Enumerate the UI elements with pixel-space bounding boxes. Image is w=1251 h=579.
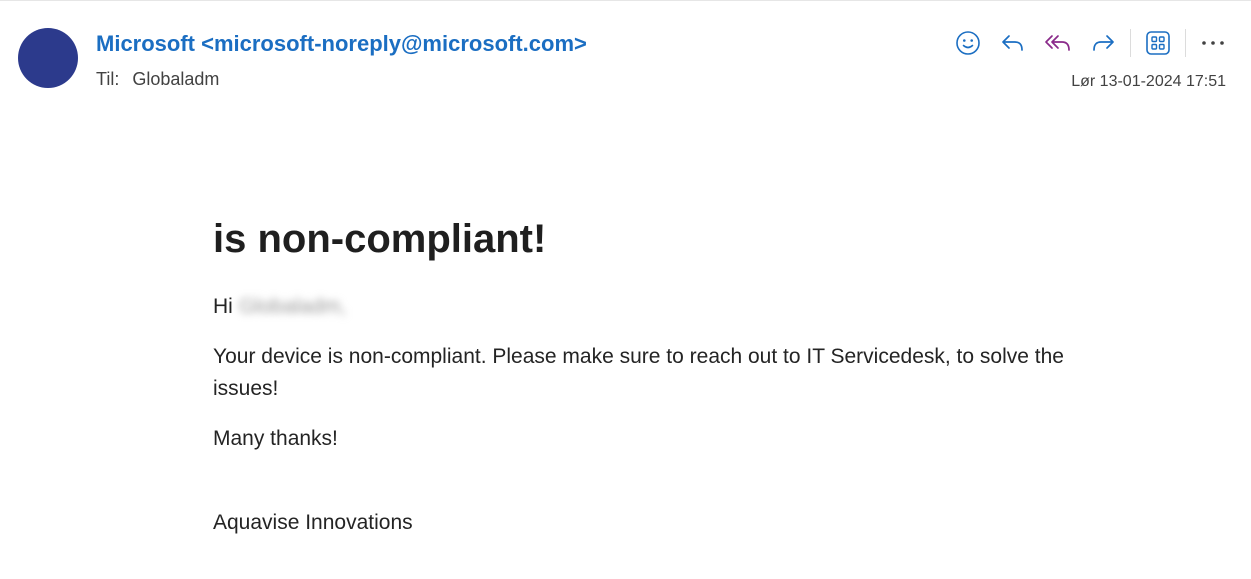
- reply-all-button[interactable]: [1040, 27, 1076, 59]
- closing-line: Many thanks!: [213, 427, 338, 450]
- recipient-name[interactable]: Globaladm: [132, 69, 219, 89]
- greeting-word: Hi: [213, 295, 233, 318]
- body-paragraph: Your device is non-compliant. Please mak…: [213, 345, 1064, 400]
- avatar[interactable]: [18, 28, 78, 88]
- message-timestamp: Lør 13-01-2024 17:51: [1071, 73, 1226, 90]
- reply-icon: [1002, 35, 1023, 51]
- signature: Aquavise Innovations: [213, 511, 413, 534]
- message-heading: is non-compliant!: [213, 217, 547, 261]
- reply-button[interactable]: [995, 27, 1031, 59]
- toolbar-divider: [1185, 29, 1186, 57]
- greeting-name-blurred: Globaladm,: [238, 295, 347, 318]
- greeting: Hi Globaladm,: [213, 291, 1093, 323]
- message-toolbar: [941, 27, 1231, 59]
- emoji-button[interactable]: [950, 27, 986, 59]
- sender-name[interactable]: Microsoft <microsoft-noreply@microsoft.c…: [96, 31, 587, 57]
- forward-icon: [1093, 35, 1114, 51]
- emoji-icon: [956, 31, 980, 55]
- more-icon: [1202, 41, 1224, 45]
- forward-button[interactable]: [1085, 27, 1121, 59]
- apps-button[interactable]: [1140, 27, 1176, 59]
- to-label: Til:: [96, 69, 120, 89]
- reply-all-icon: [1045, 35, 1070, 51]
- recipient-line: Til: Globaladm: [96, 69, 219, 90]
- toolbar-divider: [1130, 29, 1131, 57]
- message-body: is non-compliant! Hi Globaladm, Your devi…: [213, 213, 1093, 557]
- apps-icon: [1146, 31, 1170, 55]
- email-reading-pane: Microsoft <microsoft-noreply@microsoft.c…: [0, 0, 1251, 579]
- more-actions-button[interactable]: [1195, 27, 1231, 59]
